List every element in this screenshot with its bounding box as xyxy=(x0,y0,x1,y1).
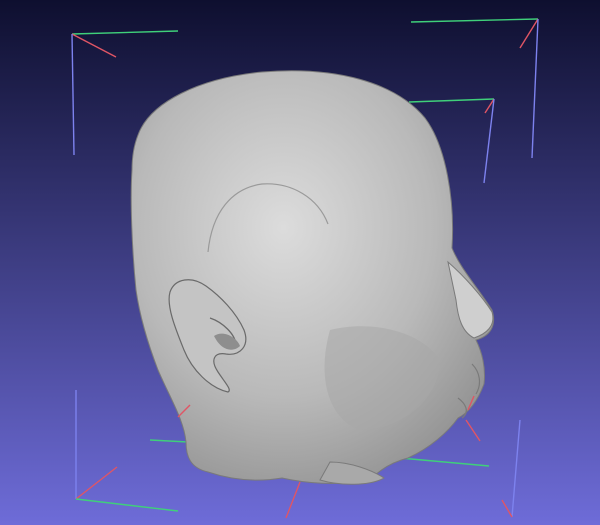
3d-viewport[interactable] xyxy=(0,0,600,525)
3d-scene-canvas[interactable] xyxy=(0,0,600,525)
